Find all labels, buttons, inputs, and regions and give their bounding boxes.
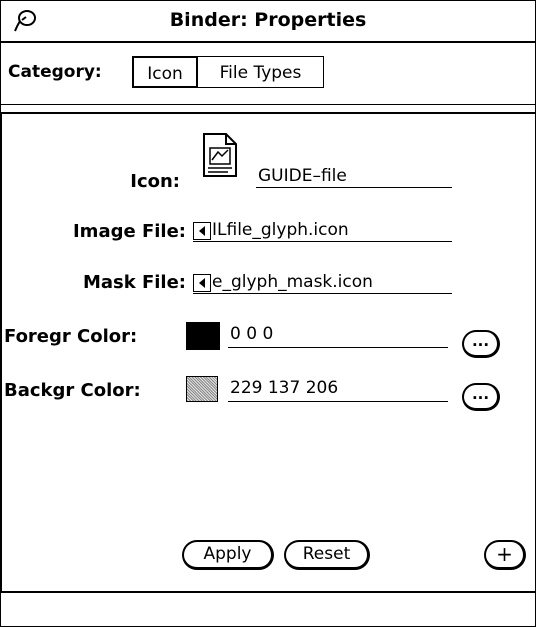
- foreground-color-chooser-button[interactable]: ...: [462, 330, 500, 358]
- foreground-color-swatch: [186, 322, 220, 350]
- guide-file-glyph-icon[interactable]: [200, 132, 240, 178]
- category-label: Category:: [8, 62, 102, 82]
- background-color-underline: [228, 401, 448, 402]
- add-button[interactable]: +: [484, 540, 526, 570]
- window-menu-icon[interactable]: [12, 8, 38, 34]
- foreground-color-underline: [228, 347, 448, 348]
- category-option-icon[interactable]: Icon: [132, 56, 198, 88]
- icon-name-input[interactable]: GUIDE–file: [258, 164, 448, 188]
- mask-file-input[interactable]: e_glyph_mask.icon: [212, 270, 452, 294]
- image-file-label: Image File:: [72, 221, 186, 242]
- scroll-left-arrow-icon[interactable]: [193, 222, 211, 240]
- background-color-chooser-button[interactable]: ...: [462, 383, 500, 411]
- window-title: Binder: Properties: [169, 9, 367, 31]
- category-option-file-types[interactable]: File Types: [197, 56, 324, 88]
- scroll-left-arrow-icon[interactable]: [193, 274, 211, 292]
- mask-file-label: Mask File:: [82, 272, 186, 293]
- apply-button[interactable]: Apply: [182, 540, 274, 570]
- icon-name-underline: [256, 187, 452, 188]
- background-color-input[interactable]: 229 137 206: [230, 376, 440, 400]
- divider: [1, 104, 535, 105]
- reset-button[interactable]: Reset: [284, 540, 370, 570]
- foreground-color-input[interactable]: 0 0 0: [230, 322, 440, 346]
- image-file-input[interactable]: ILfile_glyph.icon: [212, 218, 452, 242]
- background-color-label: Backgr Color:: [4, 380, 141, 401]
- foreground-color-label: Foregr Color:: [4, 326, 138, 347]
- icon-label: Icon:: [130, 171, 180, 192]
- image-file-underline: [193, 241, 452, 242]
- background-color-swatch: [186, 376, 218, 402]
- mask-file-underline: [193, 293, 452, 294]
